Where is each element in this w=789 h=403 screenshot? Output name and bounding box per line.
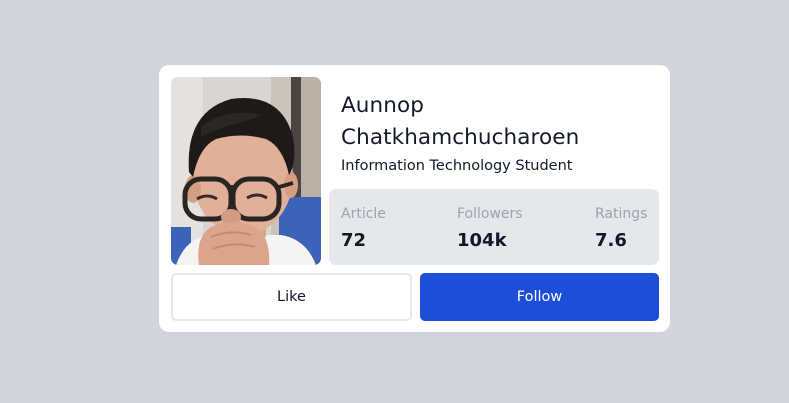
stat-article-label: Article [341,206,386,222]
stat-followers-label: Followers [457,206,523,222]
stat-ratings-label: Ratings [595,206,648,222]
stat-article-value: 72 [341,230,367,251]
stat-article: Article 72 [341,205,386,253]
stat-followers-value: 104k [457,230,507,251]
profile-first-name: Aunnop [341,93,424,118]
follow-button[interactable]: Follow [420,273,659,321]
like-button[interactable]: Like [171,273,412,321]
profile-name: Aunnop Chatkhamchucharoen [341,90,661,154]
profile-photo [171,77,321,265]
profile-last-name: Chatkhamchucharoen [341,125,580,150]
stats-panel: Article 72 Followers 104k Ratings 7.6 [329,189,659,265]
profile-role: Information Technology Student [341,158,573,174]
stat-ratings: Ratings 7.6 [595,205,647,253]
stat-followers: Followers 104k [457,205,523,253]
profile-card: Aunnop Chatkhamchucharoen Information Te… [159,65,670,332]
stat-ratings-value: 7.6 [595,230,627,251]
